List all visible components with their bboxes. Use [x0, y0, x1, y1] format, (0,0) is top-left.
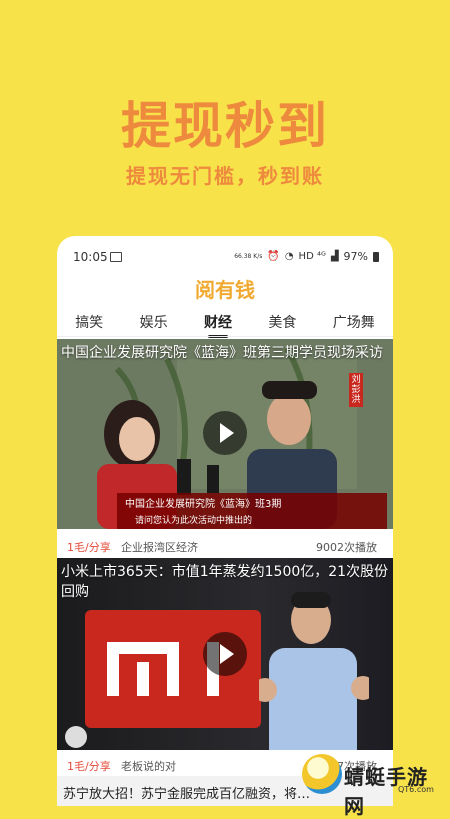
play-button[interactable]: [203, 632, 247, 676]
video-source[interactable]: 企业报湾区经济: [121, 539, 198, 555]
tab-food[interactable]: 美食: [264, 308, 300, 336]
alarm-icon: ⏰: [267, 251, 280, 262]
signal-icon: ▟: [330, 251, 339, 262]
status-time: 10:05: [73, 250, 108, 264]
wifi-icon: ◔: [284, 251, 294, 262]
watermark-url: QT6.com: [398, 785, 434, 794]
app-title: 阅有钱: [195, 278, 255, 302]
status-icons: 66.38 K/s ⏰ ◔ HD ⁴ᴳ ▟ 97%: [234, 250, 379, 263]
battery-icon: [373, 251, 379, 262]
share-reward[interactable]: 1毛/分享: [67, 758, 111, 774]
category-tabs: 搞笑 娱乐 财经 美食 广场舞: [57, 308, 393, 338]
video-source[interactable]: 老板说的对: [121, 758, 176, 774]
video-thumbnail[interactable]: 小米上市365天：市值1年蒸发约1500亿，21次股份回购: [57, 558, 393, 750]
image-notification-icon: [110, 252, 122, 262]
video-meta: 1毛/分享 企业报湾区经济 9002次播放: [57, 532, 393, 558]
video-thumbnail[interactable]: 中国企业发展研究院《蓝海》班第三期学员现场采访 刘彭洪 中国企业发展研究院《蓝海…: [57, 339, 393, 529]
battery-level: 97%: [343, 250, 368, 263]
promo-title: 提现秒到: [121, 97, 329, 155]
channel-avatar[interactable]: [65, 726, 87, 748]
play-button[interactable]: [203, 411, 247, 455]
caption-line-2: 请问您认为此次活动中推出的: [135, 516, 253, 526]
name-tag: 刘彭洪: [349, 373, 363, 407]
share-reward[interactable]: 1毛/分享: [67, 539, 111, 555]
video-title: 中国企业发展研究院《蓝海》班第三期学员现场采访: [61, 345, 383, 361]
tab-funny[interactable]: 搞笑: [71, 308, 107, 336]
dragonfly-logo-icon: [302, 754, 342, 794]
phone-screen: 10:05 66.38 K/s ⏰ ◔ HD ⁴ᴳ ▟ 97% 阅有钱 搞笑 娱…: [57, 236, 393, 806]
play-count: 9002次播放: [316, 541, 377, 554]
site-watermark: 蜻蜓手游网 QT6.com: [302, 752, 448, 818]
network-speed: 66.38 K/s: [234, 252, 263, 260]
video-title: 苏宁放大招！苏宁金服完成百亿融资，将…: [63, 787, 311, 802]
caption-line-1: 中国企业发展研究院《蓝海》班3期: [125, 499, 282, 510]
tab-finance[interactable]: 财经: [200, 308, 236, 338]
video-title: 小米上市365天：市值1年蒸发约1500亿，21次股份回购: [61, 564, 389, 600]
promo-subtitle: 提现无门槛，秒到账: [126, 164, 324, 188]
tab-square-dance[interactable]: 广场舞: [329, 308, 379, 336]
speaker-figure: [259, 592, 369, 750]
tab-divider: [57, 336, 393, 337]
caption-banner: 中国企业发展研究院《蓝海》班3期 请问您认为此次活动中推出的: [117, 493, 387, 529]
tab-entertainment[interactable]: 娱乐: [136, 308, 172, 336]
network-type: HD ⁴ᴳ: [298, 251, 326, 262]
status-bar: 10:05 66.38 K/s ⏰ ◔ HD ⁴ᴳ ▟ 97%: [57, 236, 393, 276]
